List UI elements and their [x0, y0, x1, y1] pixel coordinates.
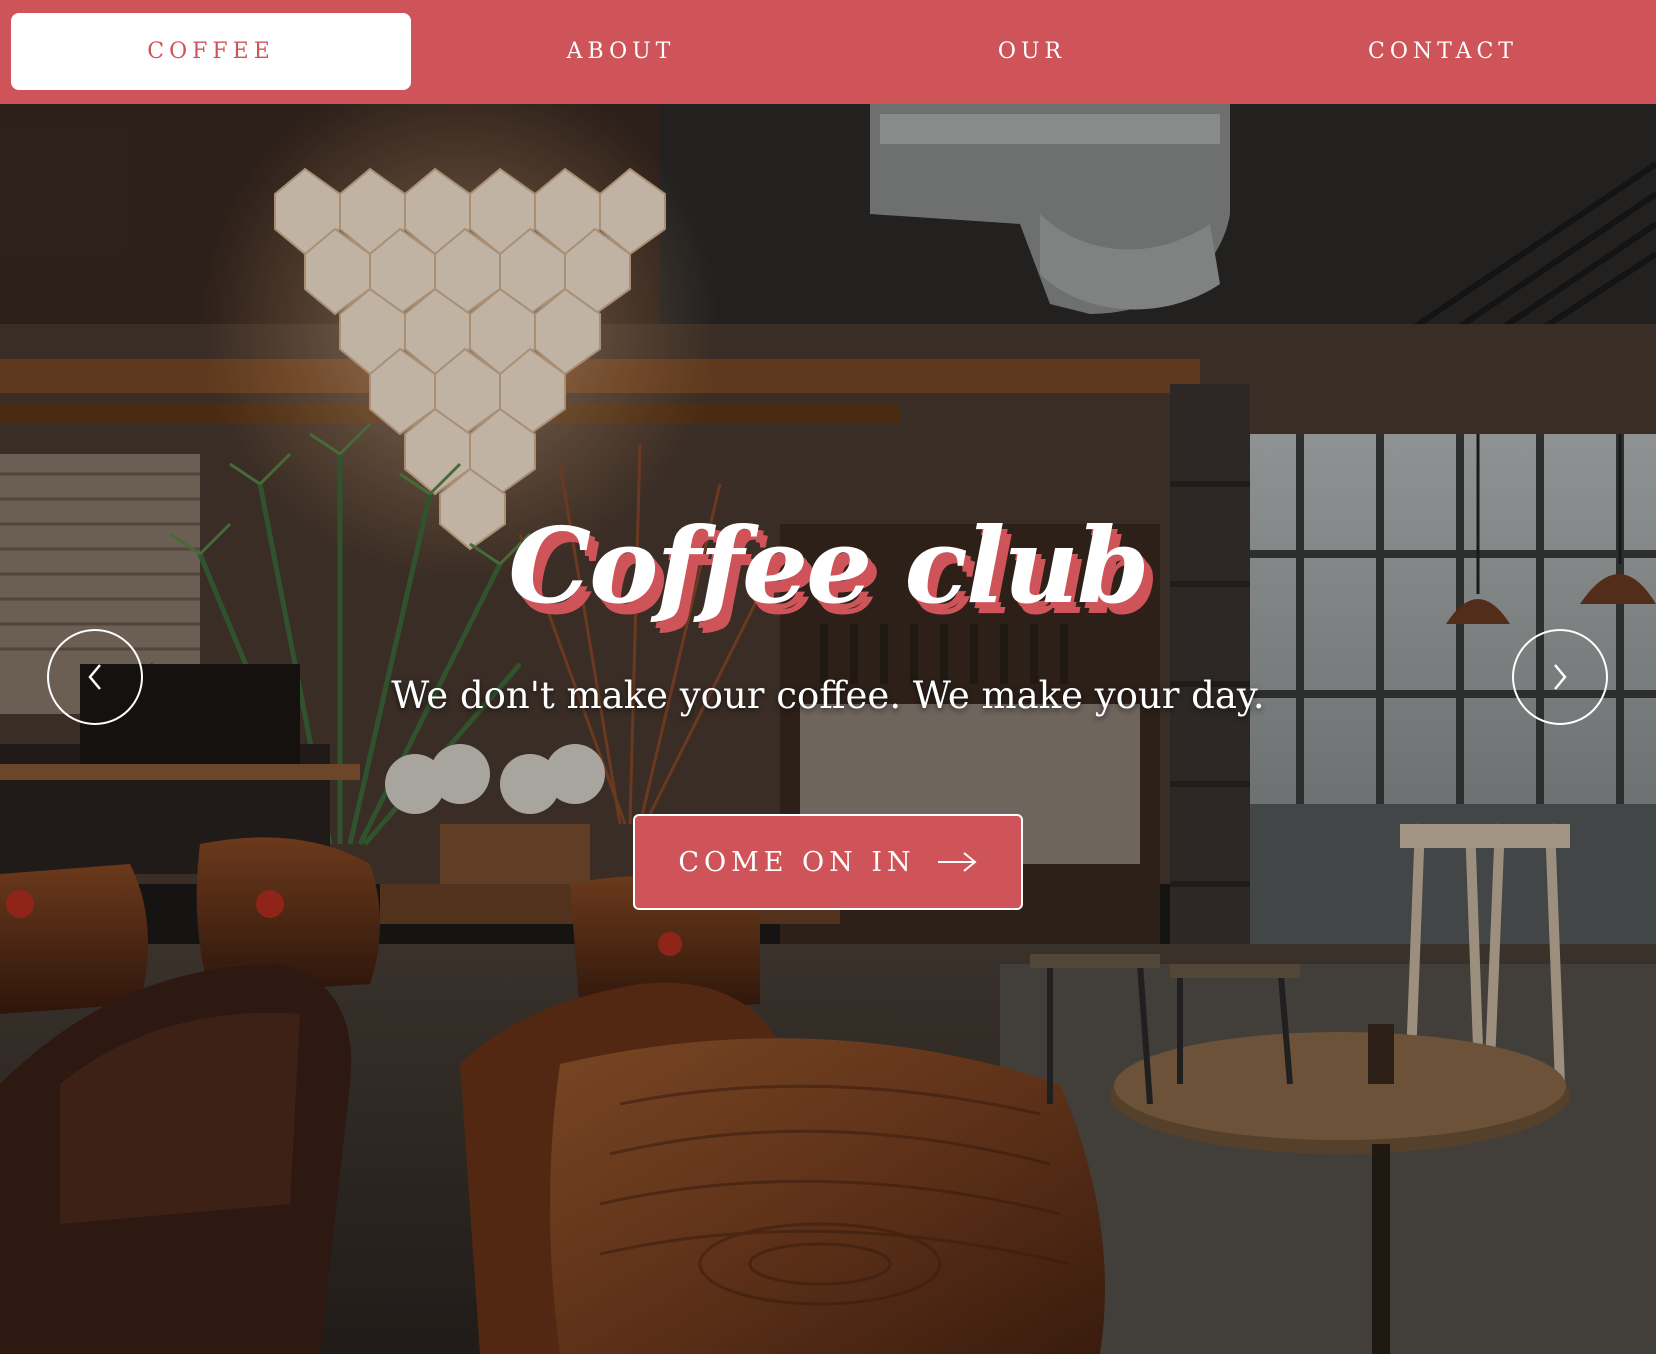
nav-item-about[interactable]: ABOUT	[421, 13, 821, 90]
hero-subtitle: We don't make your coffee. We make your …	[391, 674, 1265, 717]
top-navigation: COFFEE ABOUT OUR CONTACT	[0, 0, 1656, 104]
nav-item-label: OUR	[997, 39, 1067, 64]
nav-item-contact[interactable]: CONTACT	[1243, 13, 1643, 90]
arrow-right-icon	[937, 852, 977, 872]
photo-dim-overlay	[0, 104, 1656, 1354]
hero-section: Coffee club We don't make your coffee. W…	[0, 104, 1656, 1354]
cta-label: COME ON IN	[678, 846, 916, 878]
nav-item-label: COFFEE	[147, 39, 275, 64]
hero-title: Coffee club	[508, 504, 1149, 627]
come-on-in-button[interactable]: COME ON IN	[633, 814, 1023, 910]
nav-item-label: CONTACT	[1368, 39, 1518, 64]
nav-item-coffee[interactable]: COFFEE	[11, 13, 411, 90]
nav-item-label: ABOUT	[566, 39, 676, 64]
nav-item-our[interactable]: OUR	[832, 13, 1232, 90]
landing-page: COFFEE ABOUT OUR CONTACT Coffee club We …	[0, 0, 1656, 1354]
